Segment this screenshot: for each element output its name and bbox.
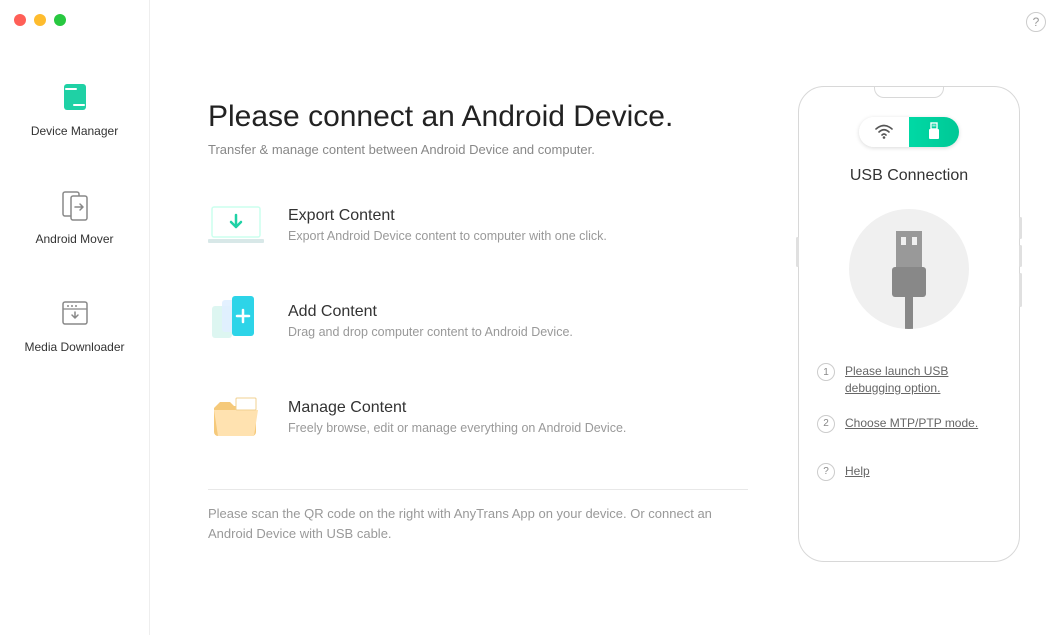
usb-plug-icon — [927, 122, 941, 142]
feature-title: Export Content — [288, 207, 607, 225]
phone-side-button-icon — [1019, 217, 1022, 239]
connection-title: USB Connection — [817, 167, 1001, 185]
device-manager-icon — [58, 80, 92, 114]
help-badge-icon: ? — [817, 463, 835, 481]
step-mtp-ptp: 2 Choose MTP/PTP mode. — [817, 415, 1001, 433]
usb-mode-option[interactable] — [909, 117, 959, 147]
phone-notch-icon — [874, 86, 944, 98]
sidebar-item-label: Device Manager — [31, 124, 118, 138]
manage-content-icon — [208, 393, 264, 441]
step-number-badge: 2 — [817, 415, 835, 433]
footer-instruction: Please scan the QR code on the right wit… — [208, 504, 748, 543]
page-subtitle: Transfer & manage content between Androi… — [208, 142, 748, 157]
feature-title: Add Content — [288, 303, 573, 321]
feature-desc: Freely browse, edit or manage everything… — [288, 421, 626, 435]
feature-title: Manage Content — [288, 399, 626, 417]
main-content: Please connect an Android Device. Transf… — [150, 0, 1060, 635]
divider — [208, 489, 748, 490]
media-downloader-icon — [58, 296, 92, 330]
feature-manage-content[interactable]: Manage Content Freely browse, edit or ma… — [208, 393, 748, 441]
page-title: Please connect an Android Device. — [208, 100, 748, 134]
wifi-icon — [874, 124, 894, 140]
usb-connection-icon — [849, 209, 969, 329]
phone-side-button-icon — [1019, 273, 1022, 307]
export-icon — [208, 201, 264, 249]
add-content-icon — [208, 297, 264, 345]
sidebar: Device Manager Android Mover — [0, 0, 150, 635]
step-number-badge: 1 — [817, 363, 835, 381]
feature-desc: Export Android Device content to compute… — [288, 229, 607, 243]
phone-side-button-icon — [1019, 245, 1022, 267]
sidebar-item-label: Android Mover — [35, 232, 113, 246]
connection-panel: USB Connection 1 Please launch USB debug… — [798, 86, 1020, 562]
feature-add-content[interactable]: Add Content Drag and drop computer conte… — [208, 297, 748, 345]
sidebar-item-media-downloader[interactable]: Media Downloader — [0, 286, 149, 394]
sidebar-item-device-manager[interactable]: Device Manager — [0, 70, 149, 178]
connection-mode-toggle[interactable] — [859, 117, 959, 147]
step-help: ? Help — [817, 463, 1001, 481]
mtp-ptp-link[interactable]: Choose MTP/PTP mode. — [845, 415, 978, 432]
android-mover-icon — [58, 188, 92, 222]
usb-debugging-link[interactable]: Please launch USB debugging option. — [845, 363, 1001, 397]
feature-desc: Drag and drop computer content to Androi… — [288, 325, 573, 339]
step-usb-debugging: 1 Please launch USB debugging option. — [817, 363, 1001, 397]
feature-export-content[interactable]: Export Content Export Android Device con… — [208, 201, 748, 249]
phone-side-button-icon — [796, 237, 799, 267]
sidebar-item-label: Media Downloader — [24, 340, 124, 354]
help-link[interactable]: Help — [845, 463, 870, 480]
phone-frame: USB Connection 1 Please launch USB debug… — [798, 86, 1020, 562]
wifi-mode-option[interactable] — [859, 117, 909, 147]
sidebar-item-android-mover[interactable]: Android Mover — [0, 178, 149, 286]
